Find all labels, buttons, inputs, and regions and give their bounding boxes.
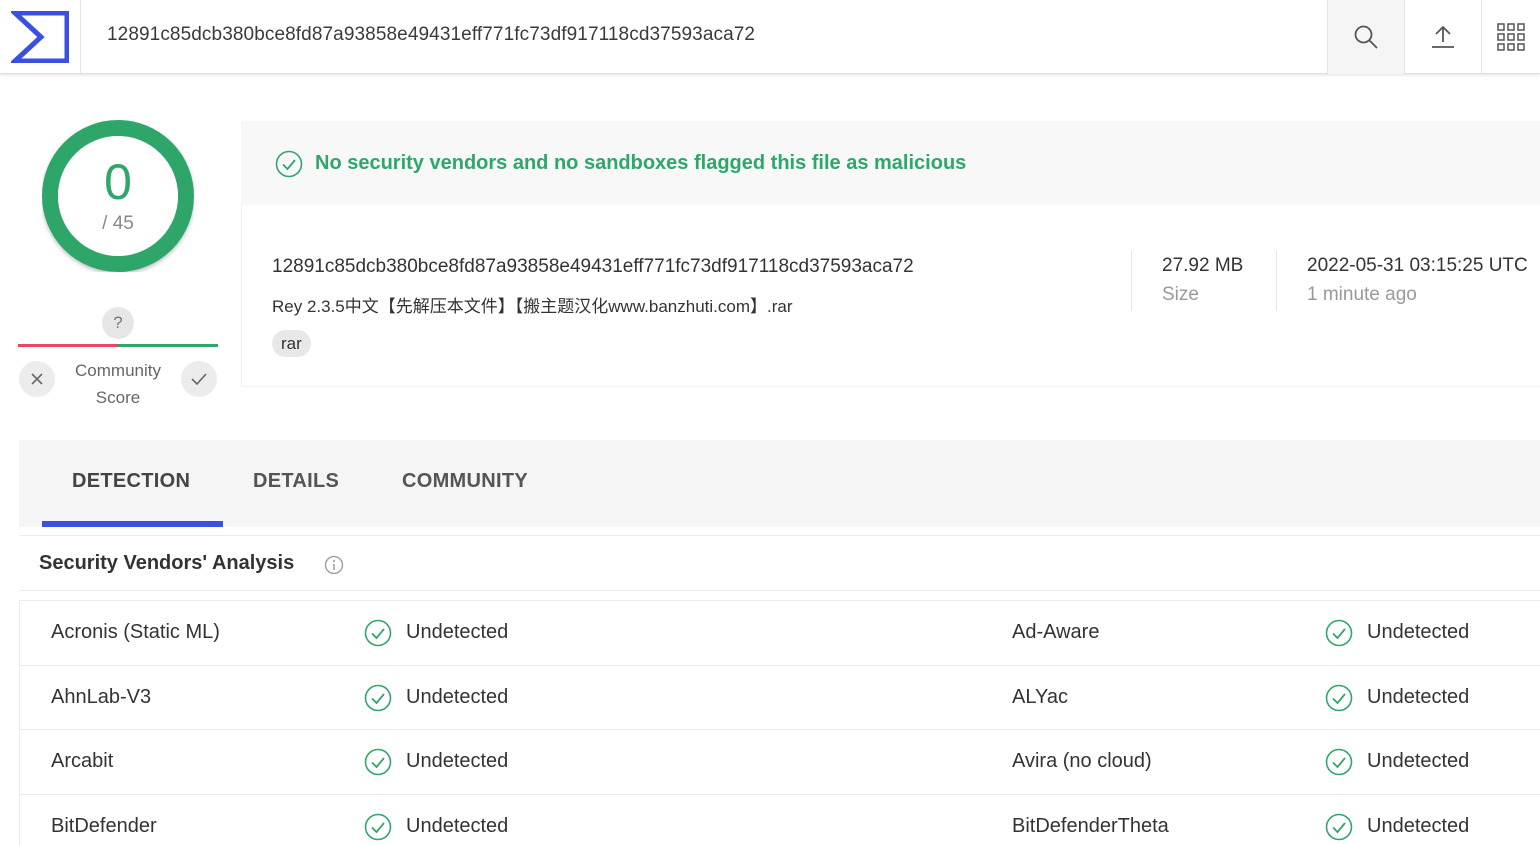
check-circle-icon	[1325, 619, 1353, 647]
vendor-name: BitDefenderTheta	[1012, 814, 1169, 837]
analysis-date: 2022-05-31 03:15:25 UTC	[1307, 255, 1528, 276]
vendor-status: Undetected	[1367, 814, 1470, 837]
vendor-name: Arcabit	[51, 750, 114, 772]
check-circle-icon	[364, 813, 392, 840]
detection-count: 0	[104, 154, 132, 210]
community-score: ? Community Score	[18, 305, 218, 415]
vendor-status: Undetected	[406, 750, 509, 772]
divider	[1276, 251, 1277, 311]
tab-detection[interactable]: DETECTION	[72, 470, 190, 493]
table-row: BitDefender Undetected BitDefenderTheta …	[20, 795, 1540, 845]
apps-button[interactable]	[1481, 0, 1540, 74]
file-hash: 12891c85dcb380bce8fd87a93858e49431eff771…	[272, 256, 914, 277]
vendor-name: AhnLab-V3	[51, 685, 152, 708]
divider	[1131, 251, 1132, 311]
table-row: Arcabit Undetected Avira (no cloud) Unde…	[20, 730, 1540, 795]
vendor-name: Acronis (Static ML)	[51, 621, 220, 643]
checkmark-icon	[191, 373, 207, 386]
file-size-label: Size	[1162, 284, 1199, 305]
table-row: AhnLab-V3 Undetected ALYac Undetected	[20, 666, 1540, 730]
vendor-status: Undetected	[406, 685, 509, 708]
vendor-status: Undetected	[406, 621, 509, 643]
search-input[interactable]: 12891c85dcb380bce8fd87a93858e49431eff771…	[107, 24, 755, 46]
check-circle-icon	[275, 150, 303, 178]
close-icon	[31, 373, 43, 385]
analysis-title: Security Vendors' Analysis	[39, 552, 295, 574]
logo-icon[interactable]	[0, 0, 81, 74]
file-size: 27.92 MB	[1162, 255, 1244, 276]
vote-harmful-button[interactable]	[19, 361, 55, 397]
check-circle-icon	[364, 619, 392, 647]
analysis-header: Security Vendors' Analysis	[19, 535, 1540, 591]
status-banner: No security vendors and no sandboxes fla…	[241, 121, 1540, 205]
upload-icon	[1432, 25, 1454, 48]
vendor-status: Undetected	[1367, 685, 1470, 708]
vendor-status: Undetected	[1367, 621, 1470, 643]
status-message: No security vendors and no sandboxes fla…	[315, 152, 967, 174]
file-info-card: 12891c85dcb380bce8fd87a93858e49431eff771…	[241, 205, 1540, 387]
vendor-status: Undetected	[406, 814, 509, 837]
tab-bar: DETECTION DETAILS COMMUNITY	[19, 440, 1540, 527]
check-circle-icon	[1325, 813, 1353, 840]
tab-details[interactable]: DETAILS	[253, 470, 339, 493]
vendor-name: Ad-Aware	[1012, 621, 1100, 643]
check-circle-icon	[364, 748, 392, 776]
tab-community[interactable]: COMMUNITY	[402, 470, 528, 493]
apps-grid-icon	[1497, 23, 1525, 51]
search-button[interactable]	[1327, 0, 1404, 74]
vendor-status: Undetected	[1367, 750, 1470, 772]
analysis-relative-date: 1 minute ago	[1307, 284, 1417, 305]
vendor-table: Acronis (Static ML) Undetected Ad-Aware …	[19, 600, 1540, 845]
search-icon	[1354, 25, 1378, 49]
community-score-unknown-icon: ?	[102, 307, 134, 339]
vote-harmless-button[interactable]	[181, 361, 217, 397]
vendor-name: ALYac	[1012, 685, 1068, 708]
active-tab-indicator	[42, 521, 223, 527]
upload-button[interactable]	[1404, 0, 1481, 74]
vendor-name: Avira (no cloud)	[1012, 750, 1152, 772]
file-name: Rey 2.3.5中文【先解压本文件】【搬主题汉化www.banzhuti.co…	[272, 297, 793, 316]
table-row: Acronis (Static ML) Undetected Ad-Aware …	[20, 601, 1540, 666]
check-circle-icon	[1325, 684, 1353, 711]
check-circle-icon	[1325, 748, 1353, 776]
vendor-name: BitDefender	[51, 814, 157, 837]
check-circle-icon	[364, 684, 392, 711]
info-icon[interactable]	[324, 555, 344, 575]
community-score-bar	[18, 344, 218, 347]
file-type-tag[interactable]: rar	[272, 330, 311, 357]
detection-total: / 45	[102, 213, 134, 234]
community-score-label: Community Score	[75, 361, 161, 407]
top-bar: 12891c85dcb380bce8fd87a93858e49431eff771…	[0, 0, 1540, 74]
